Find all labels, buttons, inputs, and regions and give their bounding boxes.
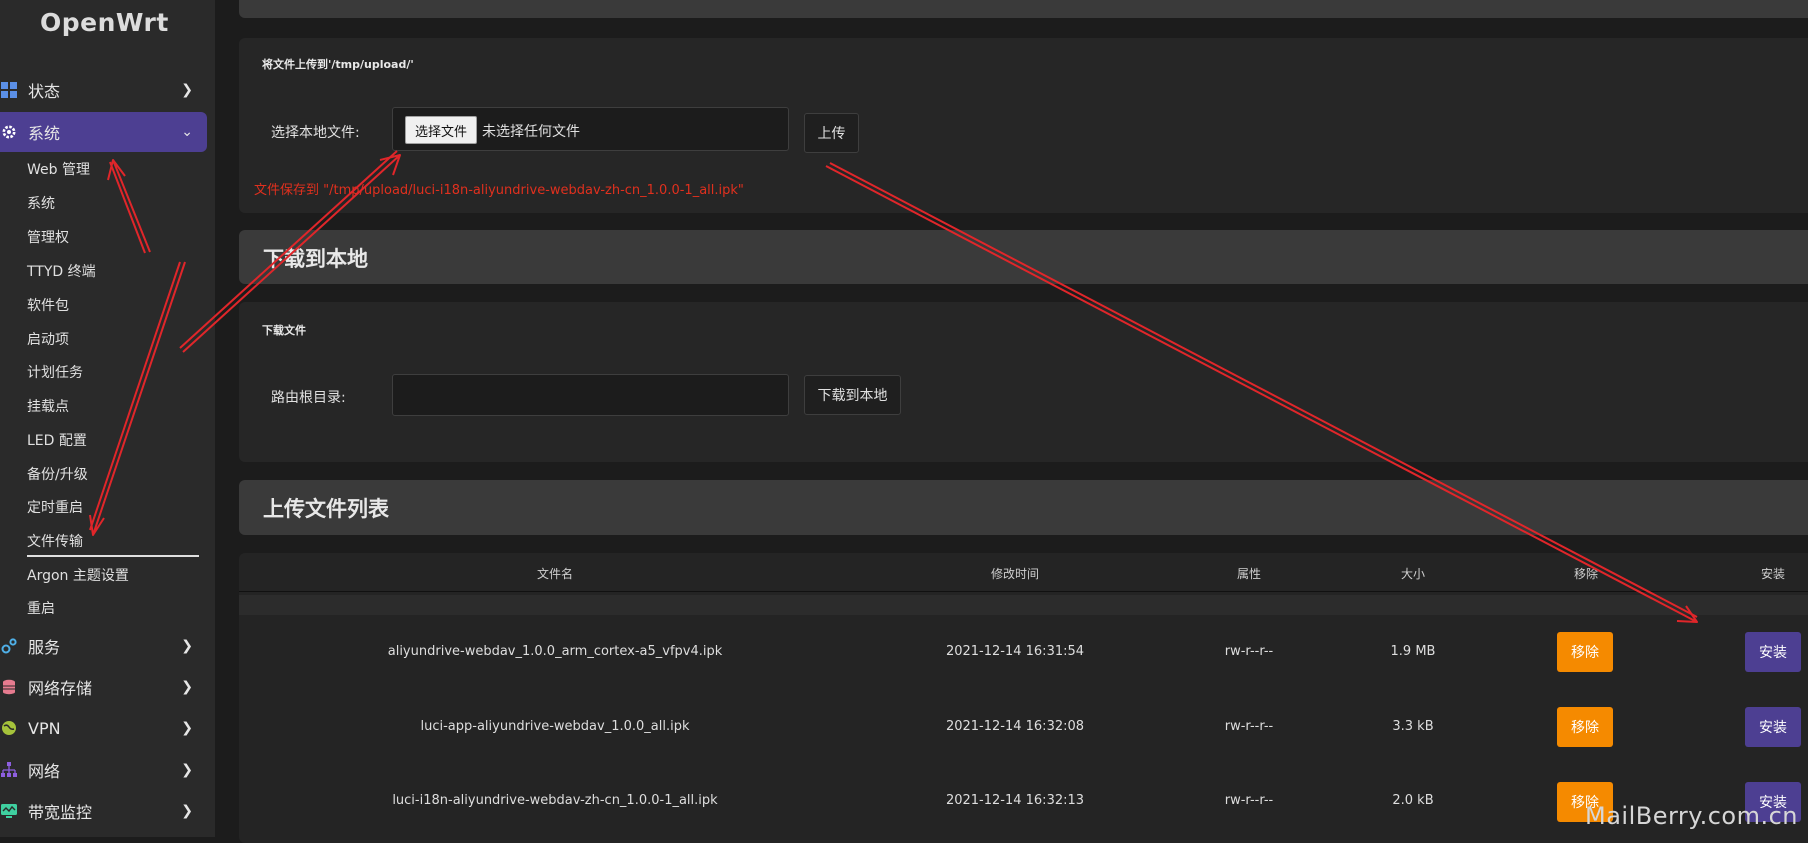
sidebar-item-label: 带宽监控 — [28, 803, 93, 822]
dashboard-icon — [0, 81, 18, 99]
sidebar-sub-backup[interactable]: 备份/升级 — [27, 464, 88, 484]
chevron-right-icon: ❯ — [181, 679, 193, 695]
row-attr: rw-r--r-- — [1224, 644, 1274, 659]
chevron-right-icon: ❯ — [181, 762, 193, 778]
sidebar-item-status[interactable]: 状态 ❯ — [0, 70, 207, 110]
download-title: 下载文件 — [262, 324, 306, 337]
sidebar-item-network[interactable]: 网络 ❯ — [0, 750, 207, 790]
gear-icon — [0, 123, 18, 141]
monitor-icon — [0, 802, 18, 820]
sidebar-item-label: 网络存储 — [28, 679, 93, 698]
network-icon — [0, 761, 18, 779]
storage-icon — [0, 678, 18, 696]
sidebar-gutter — [215, 0, 239, 837]
row-size: 3.3 kB — [1392, 719, 1434, 734]
file-list-header: 上传文件列表 — [239, 480, 1808, 535]
col-header-install: 安装 — [1760, 567, 1786, 581]
sidebar-item-vpn[interactable]: VPN ❯ — [0, 708, 207, 748]
upload-field-label: 选择本地文件: — [271, 125, 360, 141]
row-filename: aliyundrive-webdav_1.0.0_arm_cortex-a5_v… — [387, 644, 723, 659]
row-attr: rw-r--r-- — [1224, 793, 1274, 808]
sidebar-item-label: 网络 — [28, 762, 61, 781]
sidebar-item-label: VPN — [28, 718, 61, 738]
globe-icon — [0, 719, 18, 737]
chevron-right-icon: ❯ — [181, 638, 193, 654]
sidebar-sub-packages[interactable]: 软件包 — [27, 295, 69, 315]
row-mtime: 2021-12-14 16:32:08 — [945, 719, 1085, 734]
install-button[interactable]: 安装 — [1745, 632, 1801, 672]
upload-title: 将文件上传到'/tmp/upload/' — [262, 58, 414, 71]
sidebar-sub-argon[interactable]: Argon 主题设置 — [27, 565, 129, 585]
chevron-down-icon: ⌄ — [181, 124, 193, 140]
sidebar-item-storage[interactable]: 网络存储 ❯ — [0, 667, 207, 707]
col-header-size: 大小 — [1400, 567, 1426, 581]
chevron-right-icon: ❯ — [181, 82, 193, 98]
sidebar-item-services[interactable]: 服务 ❯ — [0, 626, 207, 666]
row-size: 1.9 MB — [1390, 644, 1436, 659]
row-filename: luci-i18n-aliyundrive-webdav-zh-cn_1.0.0… — [392, 793, 718, 808]
sidebar-sub-crontab[interactable]: 计划任务 — [27, 362, 83, 382]
table-header-divider — [239, 591, 1808, 592]
sidebar-sub-system[interactable]: 系统 — [27, 193, 55, 213]
download-button[interactable]: 下载到本地 — [804, 375, 901, 415]
row-mtime: 2021-12-14 16:31:54 — [945, 644, 1085, 659]
top-partial-header — [239, 0, 1808, 18]
sidebar-sub-ttyd[interactable]: TTYD 终端 — [27, 261, 96, 281]
choose-file-button[interactable]: 选择文件 — [405, 116, 477, 144]
upload-button[interactable]: 上传 — [804, 113, 859, 153]
sidebar: OpenWrt 状态 ❯ 系统 ⌄ Web 管理 系统 管理权 TTYD 终端 … — [0, 0, 215, 837]
selected-indicator — [27, 555, 199, 557]
row-size: 2.0 kB — [1392, 793, 1434, 808]
remove-button[interactable]: 移除 — [1557, 632, 1613, 672]
chevron-right-icon: ❯ — [181, 720, 193, 736]
chevron-right-icon: ❯ — [181, 803, 193, 819]
sidebar-item-system[interactable]: 系统 ⌄ — [0, 112, 207, 152]
download-field-label: 路由根目录: — [271, 390, 346, 406]
table-empty-row — [239, 595, 1808, 615]
sidebar-sub-led[interactable]: LED 配置 — [27, 430, 87, 450]
watermark: MailBerry.com.cn — [1585, 802, 1798, 830]
services-icon — [0, 637, 18, 655]
download-header-title: 下载到本地 — [263, 247, 368, 271]
sidebar-item-label: 状态 — [28, 82, 61, 101]
col-header-attr: 属性 — [1236, 567, 1262, 581]
sidebar-sub-reboot[interactable]: 重启 — [27, 598, 55, 618]
sidebar-sub-filetransfer[interactable]: 文件传输 — [27, 531, 83, 551]
col-header-name: 文件名 — [536, 567, 574, 581]
sidebar-sub-admin[interactable]: 管理权 — [27, 227, 69, 247]
install-button[interactable]: 安装 — [1745, 707, 1801, 747]
sidebar-sub-reboot-schedule[interactable]: 定时重启 — [27, 497, 83, 517]
sidebar-item-label: 服务 — [28, 638, 61, 657]
sidebar-item-bandwidth[interactable]: 带宽监控 ❯ — [0, 791, 207, 831]
col-header-remove: 移除 — [1573, 567, 1599, 581]
file-list-header-title: 上传文件列表 — [263, 497, 389, 521]
row-mtime: 2021-12-14 16:32:13 — [945, 793, 1085, 808]
col-header-mtime: 修改时间 — [990, 567, 1040, 581]
openwrt-logo: OpenWrt — [40, 8, 169, 37]
row-filename: luci-app-aliyundrive-webdav_1.0.0_all.ip… — [420, 719, 690, 734]
remove-button[interactable]: 移除 — [1557, 707, 1613, 747]
row-attr: rw-r--r-- — [1224, 719, 1274, 734]
download-header: 下载到本地 — [239, 230, 1808, 284]
sidebar-sub-web[interactable]: Web 管理 — [27, 159, 90, 179]
no-file-text: 未选择任何文件 — [482, 124, 580, 140]
sidebar-sub-mounts[interactable]: 挂载点 — [27, 396, 69, 416]
saved-note: 文件保存到 "/tmp/upload/luci-i18n-aliyundrive… — [254, 183, 744, 198]
sidebar-item-label: 系统 — [28, 124, 61, 143]
sidebar-sub-startup[interactable]: 启动项 — [27, 329, 69, 349]
router-root-input[interactable] — [392, 374, 789, 416]
